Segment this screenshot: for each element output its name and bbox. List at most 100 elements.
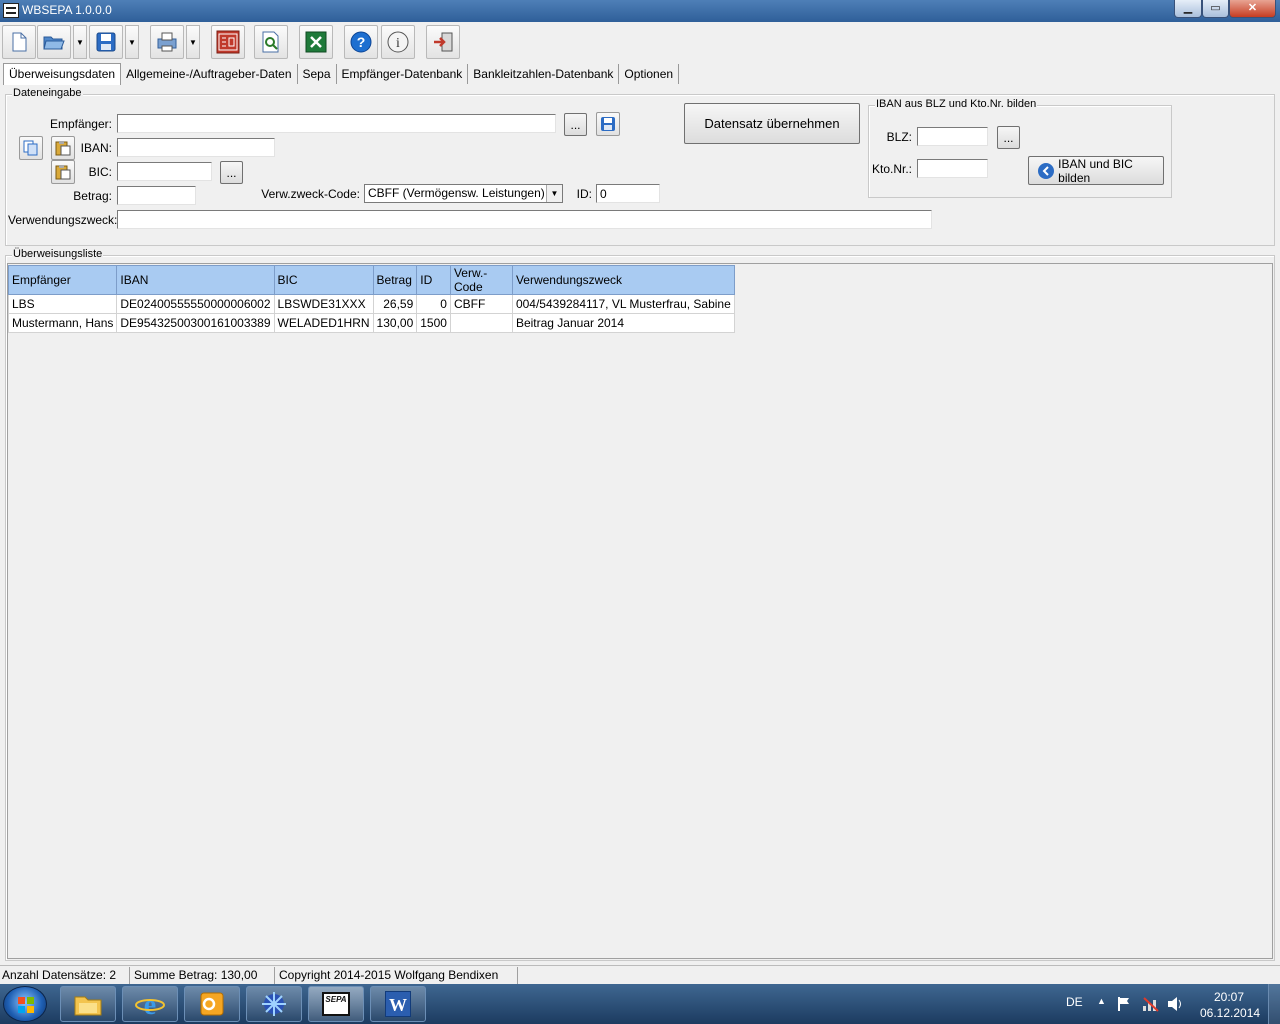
show-desktop-button[interactable]: [1268, 984, 1280, 1024]
empfaenger-browse-button[interactable]: ...: [564, 113, 587, 136]
taskbar-explorer[interactable]: [60, 986, 116, 1022]
status-sum: Summe Betrag: 130,00: [132, 967, 275, 984]
language-indicator[interactable]: DE: [1066, 995, 1083, 1009]
clock-date[interactable]: 06.12.2014: [1200, 1006, 1260, 1020]
clock-time[interactable]: 20:07: [1214, 990, 1244, 1004]
new-document-icon: [12, 32, 27, 52]
info-button[interactable]: i: [381, 25, 415, 59]
minimize-icon: ▁: [1183, 2, 1193, 14]
kto-input[interactable]: [917, 159, 988, 178]
open-dropdown[interactable]: ▼: [73, 25, 87, 59]
preview-icon: [262, 31, 279, 53]
id-label: ID:: [576, 187, 592, 201]
col-id[interactable]: ID: [416, 265, 451, 295]
id-input[interactable]: [596, 184, 660, 203]
taskbar-word[interactable]: W: [370, 986, 426, 1022]
tab-optionen[interactable]: Optionen: [619, 64, 680, 84]
col-verwendungszweck[interactable]: Verwendungszweck: [511, 265, 735, 295]
transfer-list-legend: Überweisungsliste: [12, 248, 104, 260]
arrow-left-circle-icon: [1038, 162, 1054, 179]
blz-browse-button[interactable]: ...: [997, 126, 1020, 149]
cell-verwendungszweck: 004/5439284117, VL Musterfrau, Sabine: [511, 294, 735, 314]
exit-icon: [434, 32, 453, 52]
verwzweck-code-label: Verw.zweck-Code:: [261, 187, 360, 201]
exit-button[interactable]: [426, 25, 460, 59]
verwendungszweck-label: Verwendungszweck:: [8, 213, 118, 227]
sepa-button[interactable]: [211, 25, 245, 59]
sepa-export-icon: [216, 30, 240, 54]
print-dropdown[interactable]: ▼: [186, 25, 200, 59]
maximize-button[interactable]: ▭: [1202, 0, 1229, 18]
copy-button[interactable]: [19, 136, 43, 160]
close-button[interactable]: ✕: [1229, 0, 1276, 18]
betrag-label: Betrag:: [73, 189, 112, 203]
col-betrag[interactable]: Betrag: [372, 265, 418, 295]
cell-empfaenger: Mustermann, Hans: [7, 313, 118, 333]
new-button[interactable]: [2, 25, 36, 59]
preview-button[interactable]: [254, 25, 288, 59]
chevron-down-icon: ▼: [128, 37, 136, 47]
start-button[interactable]: [3, 986, 47, 1022]
taskbar-app[interactable]: [246, 986, 302, 1022]
taskbar-outlook[interactable]: [184, 986, 240, 1022]
save-icon: [96, 32, 116, 52]
col-iban[interactable]: IBAN: [116, 265, 275, 295]
save-recipient-button[interactable]: [596, 112, 620, 136]
paste-iban-button[interactable]: [51, 136, 75, 160]
chevron-down-icon: ▼: [546, 185, 562, 202]
table-row[interactable]: Mustermann, Hans DE95432500300161003389 …: [7, 313, 735, 333]
excel-button[interactable]: [299, 25, 333, 59]
word-icon-text: W: [389, 995, 407, 1015]
paste-icon: [55, 141, 71, 156]
app-icon: [262, 992, 286, 1016]
tab-auftraggeber-daten[interactable]: Allgemeine-/Auftrageber-Daten: [121, 64, 298, 84]
cell-iban: DE02400555550000006002: [116, 294, 275, 314]
transfer-list-panel: [7, 263, 1273, 959]
minimize-button[interactable]: ▁: [1174, 0, 1202, 18]
bic-browse-button[interactable]: ...: [220, 161, 243, 184]
title-bar: WBSEPA 1.0.0.0 ▁ ▭ ✕: [0, 0, 1280, 22]
table-row[interactable]: LBS DE02400555550000006002 LBSWDE31XXX 2…: [7, 294, 735, 314]
bic-input[interactable]: [117, 162, 212, 181]
save-dropdown[interactable]: ▼: [125, 25, 139, 59]
open-button[interactable]: [37, 25, 71, 59]
cell-verw-code: [449, 313, 513, 333]
word-icon: W: [385, 991, 411, 1017]
col-bic[interactable]: BIC: [273, 265, 374, 295]
iban-bic-bilden-button[interactable]: IBAN und BIC bilden: [1028, 156, 1164, 185]
taskbar-internet-explorer[interactable]: e: [122, 986, 178, 1022]
transfer-table: Empfänger IBAN BIC Betrag ID Verw.-Code …: [7, 265, 735, 333]
show-hidden-icons-icon[interactable]: ▲: [1097, 996, 1106, 1006]
datensatz-uebernehmen-button[interactable]: Datensatz übernehmen: [684, 103, 860, 144]
cell-id: 0: [416, 294, 451, 314]
paste-icon: [55, 165, 71, 180]
empfaenger-input[interactable]: [117, 114, 556, 133]
blz-input[interactable]: [917, 127, 988, 146]
print-button[interactable]: [150, 25, 184, 59]
svg-text:?: ?: [357, 34, 366, 50]
help-button[interactable]: ?: [344, 25, 378, 59]
paste-bic-button[interactable]: [51, 160, 75, 184]
verwzweck-code-select[interactable]: CBFF (Vermögensw. Leistungen) ▼: [364, 184, 563, 203]
taskbar-wbsepa[interactable]: SEPA: [308, 986, 364, 1022]
maximize-icon: ▭: [1210, 2, 1221, 14]
col-verw-code[interactable]: Verw.-Code: [449, 265, 513, 295]
col-empfaenger[interactable]: Empfänger: [7, 265, 118, 295]
close-icon: ✕: [1247, 2, 1258, 14]
betrag-input[interactable]: [117, 186, 196, 205]
network-icon[interactable]: [1142, 996, 1160, 1012]
cell-bic: LBSWDE31XXX: [273, 294, 374, 314]
cell-verw-code: CBFF: [449, 294, 513, 314]
help-icon: ?: [350, 31, 372, 53]
tab-ueberweisungsdaten[interactable]: Überweisungsdaten: [3, 63, 122, 85]
save-button[interactable]: [89, 25, 123, 59]
volume-icon[interactable]: [1166, 996, 1184, 1012]
tab-bankleitzahlen-datenbank[interactable]: Bankleitzahlen-Datenbank: [468, 64, 620, 84]
wbsepa-icon: SEPA: [322, 992, 350, 1016]
verwendungszweck-input[interactable]: [117, 210, 932, 229]
tab-sepa[interactable]: Sepa: [297, 64, 337, 84]
tab-empfaenger-datenbank[interactable]: Empfänger-Datenbank: [336, 64, 469, 84]
iban-input[interactable]: [117, 138, 275, 157]
save-icon: [601, 117, 615, 131]
action-center-icon[interactable]: [1117, 996, 1131, 1012]
